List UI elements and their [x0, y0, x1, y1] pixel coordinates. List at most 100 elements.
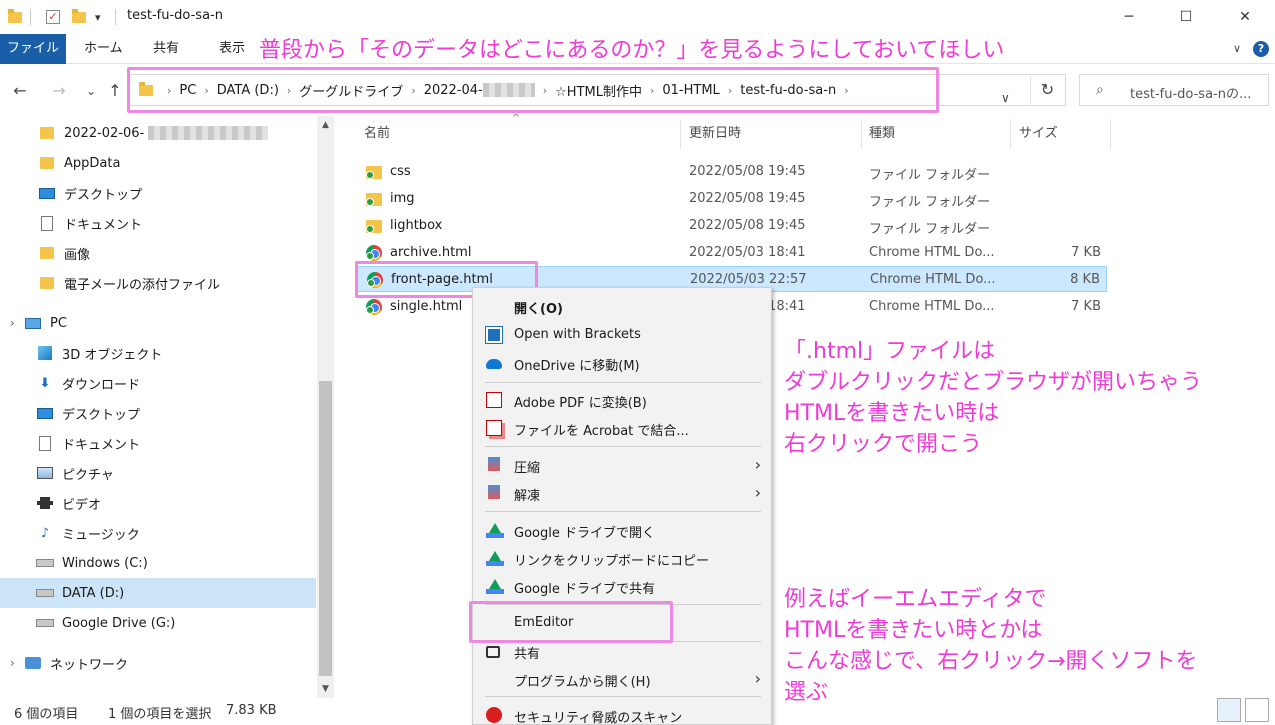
annotation-line: 「 — [784, 339, 807, 364]
sidebar-item-appdata[interactable]: AppData — [0, 148, 316, 178]
forward-button[interactable]: → — [48, 80, 70, 102]
sidebar-item-images[interactable]: 画像 — [0, 238, 316, 268]
file-row[interactable]: css 2022/05/08 19:45 ファイル フォルダー — [357, 159, 1107, 185]
maximize-button[interactable]: ☐ — [1163, 0, 1209, 34]
sidebar-item-3d-objects[interactable]: 3D オブジェクト — [0, 338, 316, 368]
menu-item-compress[interactable]: 圧縮 › — [473, 452, 771, 479]
close-button[interactable]: ✕ — [1222, 0, 1268, 34]
sidebar-item-google-drive-g[interactable]: Google Drive (G:) — [0, 608, 316, 638]
sort-indicator-icon: ^ — [512, 113, 521, 124]
menu-item-acrobat-combine[interactable]: ファイルを Acrobat で結合... — [473, 415, 771, 442]
sidebar-item-pc[interactable]: › PC — [0, 308, 316, 338]
expand-chevron-icon[interactable]: › — [10, 656, 24, 670]
file-row[interactable]: lightbox 2022/05/08 19:45 ファイル フォルダー — [357, 213, 1107, 239]
quick-access-toolbar — [8, 7, 22, 27]
sidebar-item-email-attachments[interactable]: 電子メールの添付ファイル — [0, 268, 316, 298]
file-name: archive.html — [390, 245, 472, 260]
file-name: lightbox — [390, 218, 443, 233]
tab-share[interactable]: 共有 — [143, 34, 189, 64]
column-header-size[interactable]: サイズ — [1019, 119, 1058, 149]
status-selected: 1 個の項目を選択 — [108, 707, 212, 722]
search-input[interactable]: test-fu-do-sa-nの... — [1130, 83, 1251, 102]
sidebar-item-label: ドキュメント — [62, 437, 141, 453]
annotation-line: HTMLを書きたい時とかは — [784, 618, 1043, 643]
annotation-line: ダブルクリックだとブラウザが開いちゃう — [784, 370, 1203, 395]
menu-item-open-with-brackets[interactable]: Open with Brackets — [473, 322, 771, 349]
google-drive-icon — [486, 551, 504, 566]
expand-ribbon-icon[interactable]: ∨ — [1229, 41, 1245, 57]
menu-item-label: Google ドライブで共有 — [514, 582, 655, 597]
sidebar-item-documents[interactable]: ドキュメント — [0, 208, 316, 238]
sidebar-item-windows-c[interactable]: Windows (C:) — [0, 548, 316, 578]
column-divider[interactable] — [1010, 119, 1011, 149]
sidebar-item-documents-pc[interactable]: ドキュメント — [0, 428, 316, 458]
sidebar-item-pictures[interactable]: ピクチャ — [0, 458, 316, 488]
sidebar-item-videos[interactable]: ビデオ — [0, 488, 316, 518]
file-date: 2022/05/08 19:45 — [689, 164, 806, 179]
menu-item-copy-link[interactable]: リンクをクリップボードにコピー — [473, 545, 771, 572]
sidebar-item-2022-02-06[interactable]: 2022-02-06- — [0, 118, 316, 148]
sidebar-item-label: Windows (C:) — [62, 555, 148, 571]
sidebar-item-network[interactable]: › ネットワーク — [0, 648, 316, 678]
sidebar-item-label: ネットワーク — [50, 657, 129, 673]
menu-separator — [485, 446, 761, 447]
recent-locations-button[interactable]: ⌄ — [80, 80, 102, 102]
search-box[interactable]: ⌕ test-fu-do-sa-nの... — [1079, 74, 1269, 106]
column-header-date[interactable]: 更新日時 — [689, 119, 741, 149]
refresh-button[interactable]: ↻ — [1030, 74, 1064, 106]
sidebar-item-music[interactable]: ♪ ミュージック — [0, 518, 316, 548]
column-divider[interactable] — [861, 119, 862, 149]
menu-item-google-drive-open[interactable]: Google ドライブで開く — [473, 517, 771, 544]
sidebar-item-label: ドキュメント — [64, 217, 143, 233]
folder-icon — [38, 245, 56, 261]
menu-item-open[interactable]: 開く(O) — [473, 293, 771, 320]
context-menu: 開く(O) Open with Brackets OneDrive に移動(M)… — [472, 287, 772, 725]
menu-item-extract[interactable]: 解凍 › — [473, 480, 771, 507]
column-divider[interactable] — [680, 119, 681, 149]
tab-file[interactable]: ファイル — [0, 34, 66, 64]
menu-item-label: 解凍 — [514, 489, 541, 504]
column-header-name[interactable]: 名前 — [364, 119, 390, 149]
column-divider[interactable] — [1110, 119, 1111, 149]
address-dropdown-icon[interactable]: ∨ — [1001, 91, 1010, 105]
back-button[interactable]: ← — [9, 80, 31, 102]
scrollbar-thumb[interactable] — [319, 381, 332, 676]
scroll-down-icon[interactable]: ▼ — [317, 684, 334, 694]
sidebar-item-label: デスクトップ — [62, 407, 141, 423]
sidebar-scrollbar[interactable]: ▲ ▼ — [317, 116, 334, 698]
sidebar-item-desktop-pc[interactable]: デスクトップ — [0, 398, 316, 428]
large-icons-view-icon[interactable] — [1245, 698, 1269, 722]
annotation-line: 右クリックで開こう — [784, 432, 983, 457]
file-row[interactable]: img 2022/05/08 19:45 ファイル フォルダー — [357, 186, 1107, 212]
properties-icon[interactable]: ✓ — [46, 10, 60, 24]
drive-icon — [36, 615, 54, 631]
expand-chevron-icon[interactable]: › — [10, 316, 24, 330]
submenu-arrow-icon: › — [754, 455, 761, 474]
sidebar-item-downloads[interactable]: ⬇ ダウンロード — [0, 368, 316, 398]
scroll-up-icon[interactable]: ▲ — [317, 120, 334, 130]
sidebar-item-desktop[interactable]: デスクトップ — [0, 178, 316, 208]
tab-home[interactable]: ホーム — [74, 34, 133, 64]
column-header-type[interactable]: 種類 — [869, 119, 895, 149]
help-icon[interactable]: ? — [1253, 41, 1269, 57]
divider — [115, 9, 116, 25]
menu-item-onedrive-move[interactable]: OneDrive に移動(M) — [473, 350, 771, 377]
tab-view[interactable]: 表示 — [209, 34, 255, 64]
brackets-icon — [485, 326, 503, 344]
details-view-icon[interactable] — [1217, 698, 1241, 722]
sidebar-item-label: 電子メールの添付ファイル — [64, 277, 221, 293]
menu-item-label: リンクをクリップボードにコピー — [514, 554, 710, 569]
quick-access-dropdown-icon[interactable]: ▾ — [95, 11, 101, 24]
menu-item-open-with[interactable]: プログラムから開く(H) › — [473, 666, 771, 693]
file-date: 2022/05/08 19:45 — [689, 191, 806, 206]
new-folder-icon[interactable] — [72, 8, 86, 23]
minimize-button[interactable]: ─ — [1106, 0, 1152, 34]
menu-item-google-drive-share[interactable]: Google ドライブで共有 — [473, 573, 771, 600]
sidebar-item-data-d[interactable]: DATA (D:) — [0, 578, 316, 608]
menu-item-label: Adobe PDF に変換(B) — [514, 396, 647, 411]
menu-item-convert-pdf[interactable]: Adobe PDF に変換(B) — [473, 387, 771, 414]
up-button[interactable]: ↑ — [104, 80, 126, 102]
annotation-line: HTMLを書きたい時は — [784, 401, 1000, 426]
google-drive-icon — [486, 579, 504, 594]
sidebar-item-label: 2022-02-06- — [64, 125, 145, 141]
